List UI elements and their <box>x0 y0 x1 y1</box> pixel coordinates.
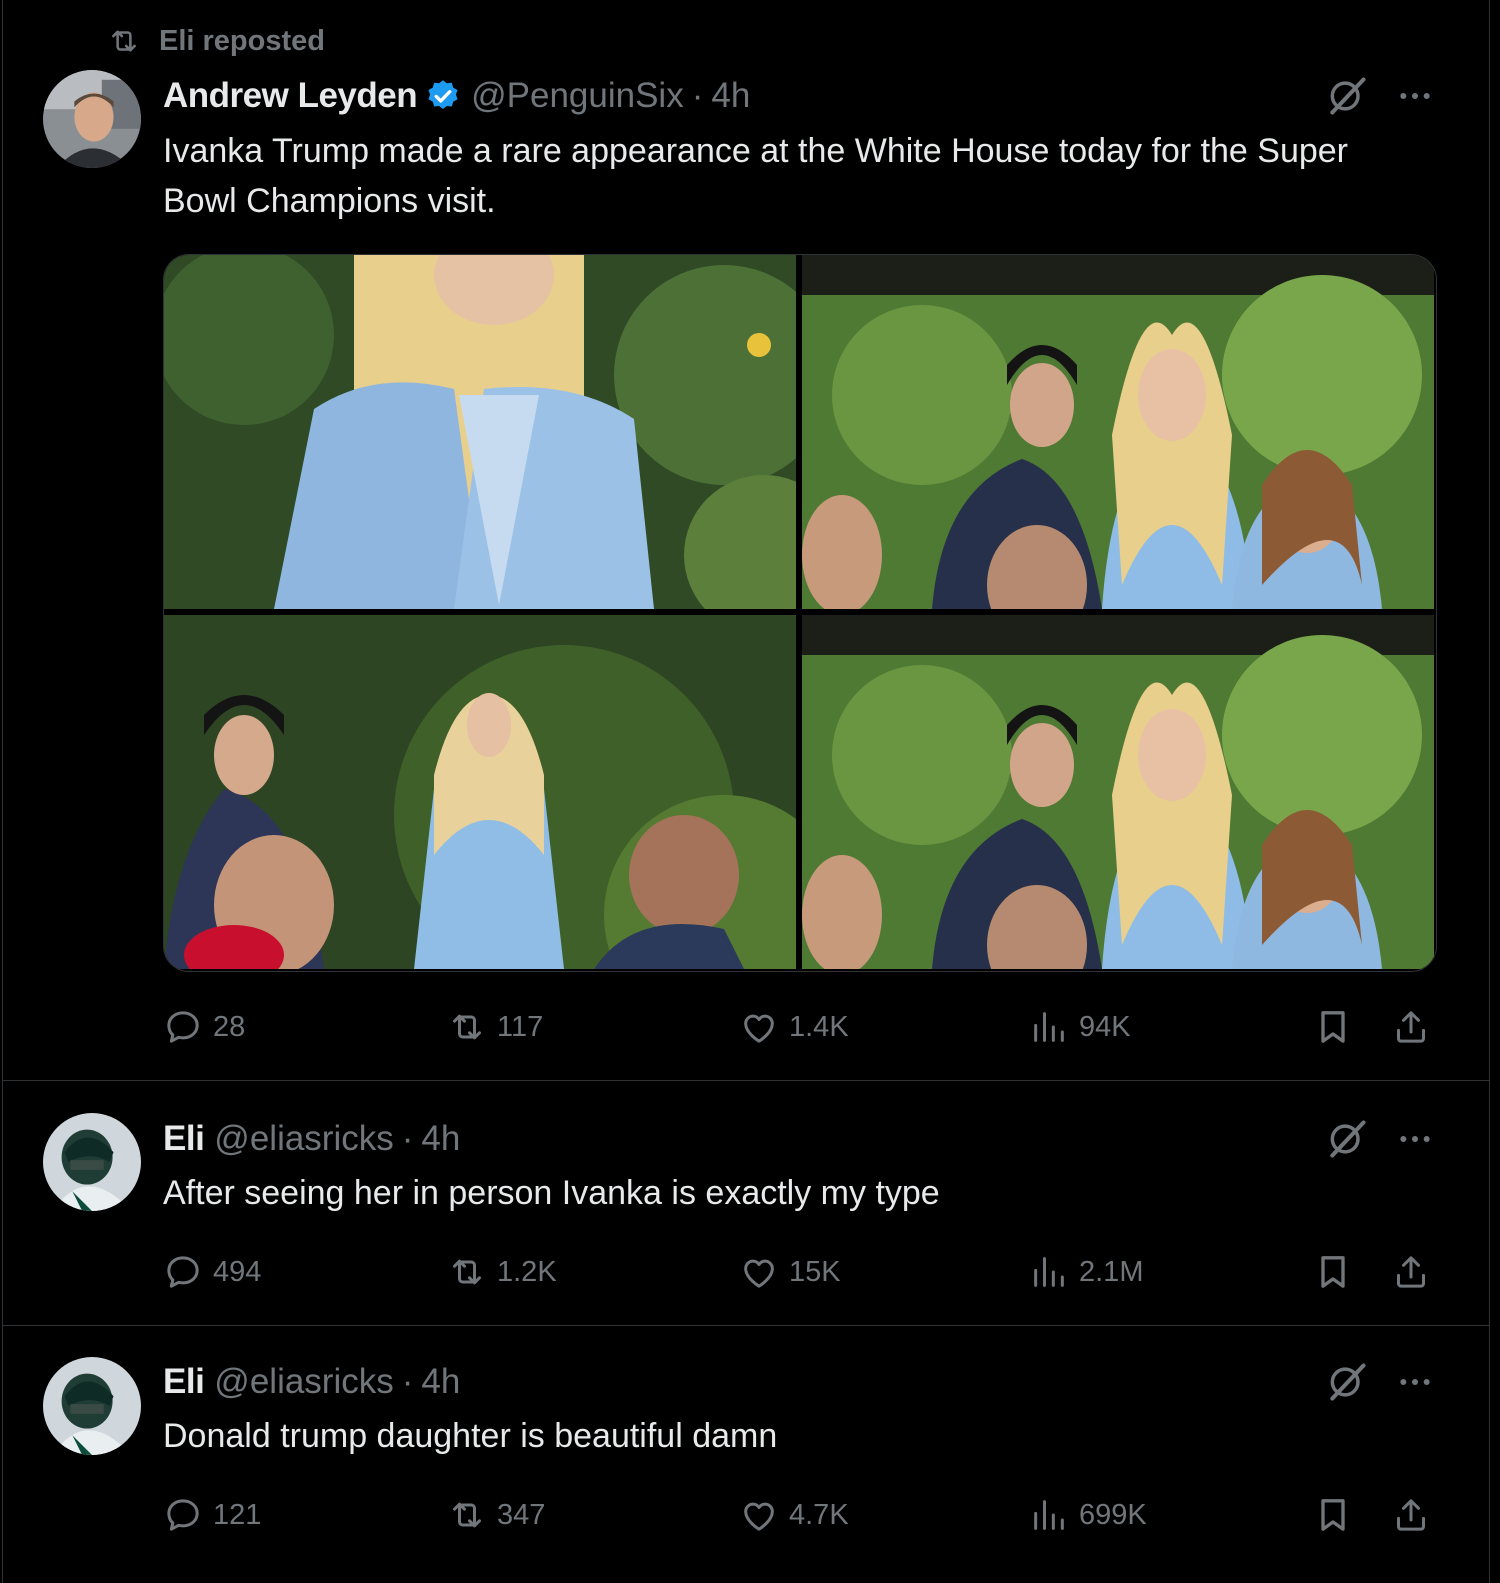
like-button[interactable]: 1.4K <box>739 1002 849 1052</box>
reply-button[interactable]: 121 <box>163 1490 261 1540</box>
author-handle[interactable]: @eliasricks <box>214 1362 393 1402</box>
views-count: 94K <box>1079 1010 1131 1043</box>
main-tweet[interactable]: Eli reposted Andrew Leyden @PenguinSix ·… <box>3 0 1489 1080</box>
timestamp[interactable]: 4h <box>421 1119 460 1159</box>
views-icon <box>1029 1252 1069 1292</box>
reply-button[interactable]: 28 <box>163 1002 245 1052</box>
avatar[interactable] <box>43 1113 141 1211</box>
photo-image <box>164 615 796 969</box>
views-button[interactable]: 94K <box>1029 1002 1131 1052</box>
repost-icon <box>447 1495 487 1535</box>
more-icon[interactable] <box>1395 1362 1435 1402</box>
bookmark-button[interactable] <box>1313 1247 1353 1297</box>
author-name[interactable]: Eli <box>163 1119 205 1159</box>
share-button[interactable] <box>1391 1490 1431 1540</box>
media-grid <box>163 254 1437 972</box>
repost-icon <box>447 1252 487 1292</box>
photo-4[interactable] <box>802 615 1434 969</box>
timeline-column: Eli reposted Andrew Leyden @PenguinSix ·… <box>2 0 1490 1583</box>
repost-count: 117 <box>497 1010 544 1043</box>
like-button[interactable]: 15K <box>739 1247 841 1297</box>
share-button[interactable] <box>1391 1247 1431 1297</box>
repost-icon <box>107 24 141 58</box>
tweet-text: After seeing her in person Ivanka is exa… <box>163 1174 940 1212</box>
more-icon[interactable] <box>1395 1119 1435 1159</box>
repost-button[interactable]: 1.2K <box>447 1247 557 1297</box>
bookmark-icon <box>1313 1495 1353 1535</box>
share-icon <box>1391 1007 1431 1047</box>
tweet-text: Ivanka Trump made a rare appearance at t… <box>163 132 1349 220</box>
like-icon <box>739 1007 779 1047</box>
repost-button[interactable]: 117 <box>447 1002 543 1052</box>
like-count: 15K <box>789 1255 841 1288</box>
repost-count: 1.2K <box>497 1255 557 1288</box>
action-bar: 494 1.2K 15K 2.1M <box>163 1247 1435 1297</box>
reply-count: 121 <box>213 1498 262 1531</box>
repost-icon <box>447 1007 487 1047</box>
bookmark-icon <box>1313 1007 1353 1047</box>
grok-icon[interactable] <box>1325 74 1369 118</box>
photo-image <box>164 255 796 609</box>
bookmark-button[interactable] <box>1313 1490 1353 1540</box>
tweet-header: Eli @eliasricks · 4h <box>163 1360 460 1404</box>
action-bar: 121 347 4.7K 699K <box>163 1490 1435 1540</box>
author-handle[interactable]: @PenguinSix <box>471 76 684 116</box>
separator-dot: · <box>691 76 704 115</box>
repost-banner: Eli reposted <box>107 24 325 58</box>
separator-dot: · <box>401 1119 414 1158</box>
like-count: 1.4K <box>789 1010 849 1043</box>
reply-icon <box>163 1252 203 1292</box>
tweet-text: Donald trump daughter is beautiful damn <box>163 1417 778 1455</box>
reply-count: 28 <box>213 1010 246 1043</box>
bookmark-icon <box>1313 1252 1353 1292</box>
action-bar: 28 117 1.4K 94K <box>163 1002 1435 1052</box>
views-count: 699K <box>1079 1498 1147 1531</box>
author-name[interactable]: Andrew Leyden <box>163 76 418 116</box>
more-icon[interactable] <box>1395 76 1435 116</box>
reply-count: 494 <box>213 1255 262 1288</box>
repost-count: 347 <box>497 1498 546 1531</box>
timestamp[interactable]: 4h <box>711 76 750 116</box>
timestamp[interactable]: 4h <box>421 1362 460 1402</box>
photo-image <box>802 255 1434 609</box>
photo-1[interactable] <box>164 255 796 609</box>
share-button[interactable] <box>1391 1002 1431 1052</box>
bookmark-button[interactable] <box>1313 1002 1353 1052</box>
author-handle[interactable]: @eliasricks <box>214 1119 393 1159</box>
tweet-header: Andrew Leyden @PenguinSix · 4h <box>163 74 750 118</box>
separator-dot: · <box>401 1362 414 1401</box>
avatar-image <box>43 1357 141 1455</box>
reply-icon <box>163 1495 203 1535</box>
photo-image <box>802 615 1434 969</box>
like-button[interactable]: 4.7K <box>739 1490 849 1540</box>
views-button[interactable]: 699K <box>1029 1490 1147 1540</box>
grok-icon[interactable] <box>1325 1360 1369 1404</box>
verified-badge-icon[interactable] <box>425 78 461 114</box>
like-icon <box>739 1252 779 1292</box>
like-icon <box>739 1495 779 1535</box>
reply-tweet[interactable]: Eli @eliasricks · 4h Donald trump daught… <box>3 1326 1489 1583</box>
share-icon <box>1391 1495 1431 1535</box>
reply-button[interactable]: 494 <box>163 1247 261 1297</box>
repost-banner-label[interactable]: Eli reposted <box>159 25 325 58</box>
reply-icon <box>163 1007 203 1047</box>
avatar-image <box>43 1113 141 1211</box>
avatar-image <box>43 70 141 168</box>
views-button[interactable]: 2.1M <box>1029 1247 1143 1297</box>
views-count: 2.1M <box>1079 1255 1144 1288</box>
like-count: 4.7K <box>789 1498 849 1531</box>
photo-2[interactable] <box>802 255 1434 609</box>
views-icon <box>1029 1495 1069 1535</box>
repost-button[interactable]: 347 <box>447 1490 545 1540</box>
reply-tweet[interactable]: Eli @eliasricks · 4h After seeing her in… <box>3 1081 1489 1325</box>
share-icon <box>1391 1252 1431 1292</box>
photo-3[interactable] <box>164 615 796 969</box>
tweet-header: Eli @eliasricks · 4h <box>163 1117 460 1161</box>
views-icon <box>1029 1007 1069 1047</box>
grok-icon[interactable] <box>1325 1117 1369 1161</box>
author-name[interactable]: Eli <box>163 1362 205 1402</box>
avatar[interactable] <box>43 70 141 168</box>
avatar[interactable] <box>43 1357 141 1455</box>
